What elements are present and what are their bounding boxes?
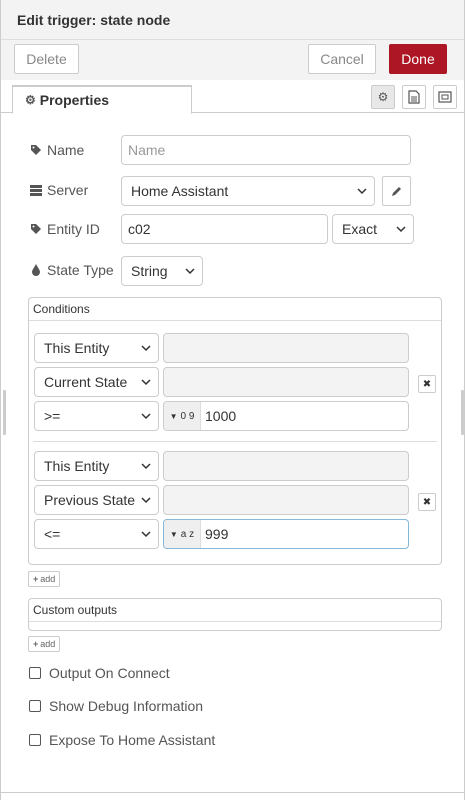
add-condition-button[interactable]: + add <box>28 571 61 587</box>
condition-value-input[interactable]: ▼ a z 999 <box>163 519 409 549</box>
state-type-label-text: State Type <box>47 262 114 278</box>
condition-entity-value: This Entity <box>44 340 110 356</box>
condition-entity-select[interactable]: This Entity <box>34 451 159 481</box>
server-select[interactable]: Home Assistant <box>121 176 375 206</box>
entity-id-input[interactable]: c02 <box>121 214 328 244</box>
condition-entity-field[interactable] <box>163 451 409 481</box>
chevron-down-icon <box>141 463 151 470</box>
expose-to-ha-label: Expose To Home Assistant <box>49 732 216 748</box>
appearance-tab-icon[interactable] <box>433 85 457 109</box>
state-type-select[interactable]: String <box>121 256 203 286</box>
tag-icon <box>29 144 43 156</box>
tint-icon <box>29 264 43 276</box>
show-debug-checkbox[interactable] <box>29 700 41 712</box>
chevron-down-icon <box>185 268 195 275</box>
condition-operator-value: <= <box>44 526 61 542</box>
show-debug-row[interactable]: Show Debug Information <box>29 698 203 714</box>
name-input[interactable]: Name <box>121 135 411 165</box>
pencil-icon <box>392 186 401 196</box>
string-type-button[interactable]: ▼ a z <box>164 520 201 548</box>
caret-down-icon: ▼ <box>169 529 178 539</box>
footer-divider <box>1 792 464 793</box>
tray-title: Edit trigger: state node <box>17 12 171 28</box>
settings-tab-icon[interactable]: ⚙ <box>371 85 395 109</box>
gear-icon: ⚙ <box>25 93 36 107</box>
condition-value-input[interactable]: ▼ 0 9 1000 <box>163 401 409 431</box>
tag-icon <box>29 223 43 235</box>
condition-state-value: Previous State <box>44 492 136 508</box>
string-type-icon: a z <box>180 528 195 540</box>
condition-state-select[interactable]: Previous State <box>34 485 159 515</box>
server-label-text: Server <box>47 182 89 198</box>
condition-state-field[interactable] <box>163 367 409 397</box>
resize-handle-left[interactable] <box>3 390 6 435</box>
output-on-connect-label: Output On Connect <box>49 665 170 681</box>
number-type-button[interactable]: ▼ 0 9 <box>164 402 201 430</box>
add-output-label: add <box>40 639 56 649</box>
condition-value-text: 999 <box>205 526 229 542</box>
tab-properties[interactable]: ⚙ Properties <box>12 85 192 114</box>
output-on-connect-checkbox[interactable] <box>29 667 41 679</box>
conditions-box: Conditions This Entity Current State >= … <box>28 297 442 565</box>
show-debug-label: Show Debug Information <box>49 698 204 714</box>
expose-to-ha-checkbox[interactable] <box>29 734 41 746</box>
chevron-down-icon <box>141 345 151 352</box>
cancel-button[interactable]: Cancel <box>308 44 376 74</box>
condition-entity-select[interactable]: This Entity <box>34 333 159 363</box>
condition-state-field[interactable] <box>163 485 409 515</box>
server-select-value: Home Assistant <box>131 183 229 199</box>
tab-properties-label: Properties <box>39 92 110 108</box>
chevron-down-icon <box>141 413 151 420</box>
chevron-down-icon <box>357 188 367 195</box>
output-on-connect-row[interactable]: Output On Connect <box>29 665 170 681</box>
condition-value-text: 1000 <box>205 408 237 424</box>
tabs-row: ⚙ Properties ⚙ <box>1 80 464 114</box>
done-button[interactable]: Done <box>389 44 447 74</box>
plus-icon: + <box>33 639 39 649</box>
resize-handle-right[interactable] <box>461 390 464 435</box>
state-type-value: String <box>131 263 168 279</box>
add-condition-label: add <box>40 574 56 584</box>
custom-outputs-box: Custom outputs <box>28 598 442 631</box>
entity-id-label: Entity ID <box>29 221 100 237</box>
description-tab-icon[interactable] <box>402 85 426 109</box>
entity-match-select[interactable]: Exact <box>332 214 414 244</box>
remove-condition-button[interactable]: ✖ <box>418 493 436 511</box>
expose-to-ha-row[interactable]: Expose To Home Assistant <box>29 732 215 748</box>
condition-entity-value: This Entity <box>44 458 110 474</box>
condition-operator-value: >= <box>44 408 61 424</box>
condition-entity-field[interactable] <box>163 333 409 363</box>
state-type-label: State Type <box>29 262 114 278</box>
tray-toolbar: Delete Cancel Done <box>1 40 464 80</box>
chevron-down-icon <box>396 226 406 233</box>
number-type-icon: 0 9 <box>180 410 195 422</box>
condition-state-select[interactable]: Current State <box>34 367 159 397</box>
plus-icon: + <box>33 574 39 584</box>
entity-match-value: Exact <box>342 221 378 237</box>
tray-header: Edit trigger: state node <box>1 0 464 40</box>
caret-down-icon: ▼ <box>169 411 178 421</box>
condition-divider <box>33 441 437 442</box>
condition-operator-select[interactable]: >= <box>34 401 159 431</box>
delete-button[interactable]: Delete <box>14 44 79 74</box>
chevron-down-icon <box>141 497 151 504</box>
condition-operator-select[interactable]: <= <box>34 519 159 549</box>
server-label: Server <box>29 182 88 198</box>
condition-state-value: Current State <box>44 374 128 390</box>
edit-server-button[interactable] <box>382 176 411 206</box>
add-output-button[interactable]: + add <box>28 636 61 652</box>
chevron-down-icon <box>141 531 151 538</box>
chevron-down-icon <box>141 379 151 386</box>
server-icon <box>29 184 43 196</box>
entity-id-label-text: Entity ID <box>47 221 100 237</box>
edit-tray: Edit trigger: state node Delete Cancel D… <box>0 0 465 800</box>
name-label-text: Name <box>47 142 85 158</box>
custom-outputs-header: Custom outputs <box>29 599 441 622</box>
conditions-header: Conditions <box>29 298 441 321</box>
name-label: Name <box>29 142 84 158</box>
remove-condition-button[interactable]: ✖ <box>418 375 436 393</box>
